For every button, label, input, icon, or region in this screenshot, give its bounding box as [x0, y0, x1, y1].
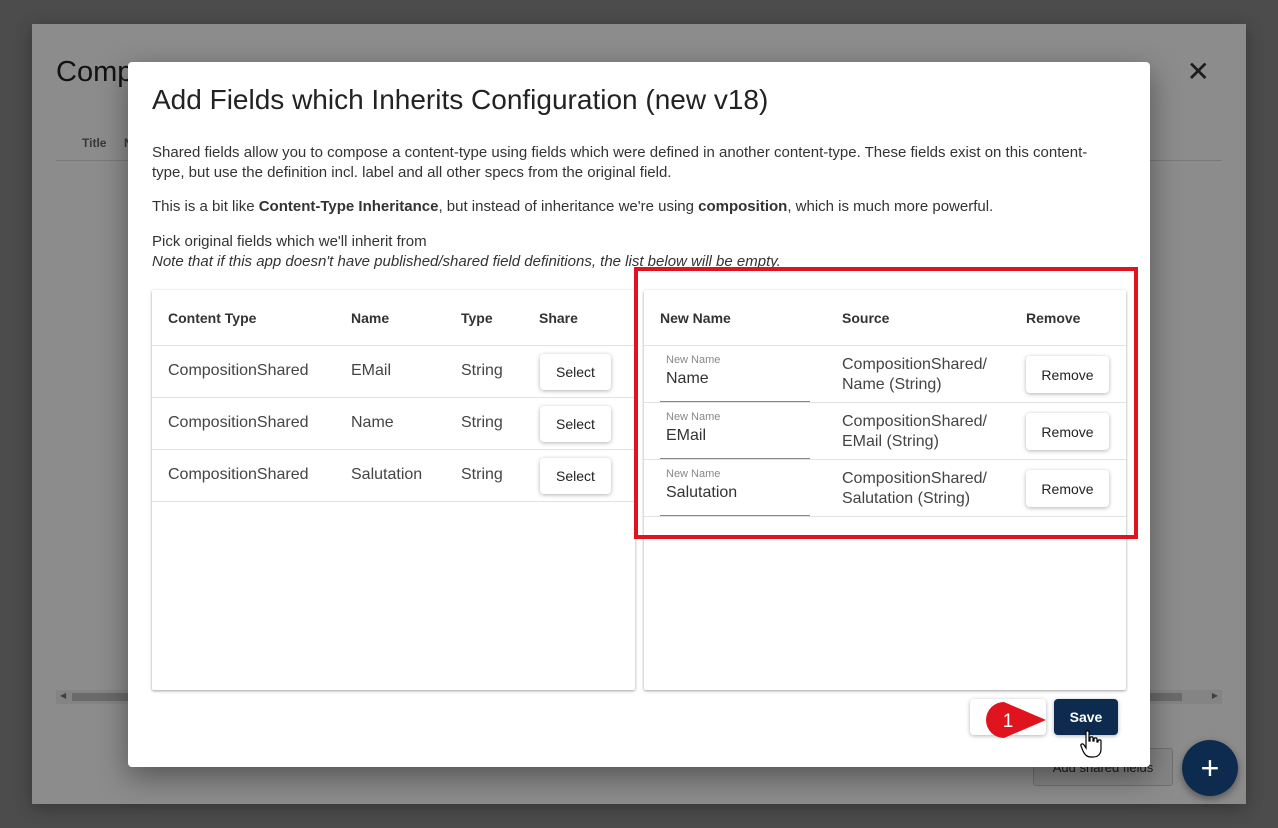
cell-type: String	[461, 414, 503, 431]
remove-button[interactable]: Remove	[1026, 356, 1109, 393]
source-line: Name (String)	[842, 376, 942, 393]
step-marker-number: 1	[1003, 711, 1014, 732]
column-header-type: Type	[461, 310, 493, 326]
column-header-source: Source	[842, 310, 890, 326]
source-line: Salutation (String)	[842, 490, 971, 507]
new-name-label: New Name	[666, 354, 721, 366]
new-name-label: New Name	[666, 411, 721, 423]
new-name-field[interactable]: New Name	[660, 346, 810, 402]
table-row: New Name CompositionShared/ Salutation (…	[644, 460, 1126, 517]
column-header-name: Name	[351, 310, 390, 326]
source-line: CompositionShared/	[842, 413, 987, 430]
new-name-input[interactable]	[666, 427, 806, 445]
select-button[interactable]: Select	[540, 458, 611, 494]
source-line: CompositionShared/	[842, 470, 987, 487]
pick-instruction: Pick original fields which we'll inherit…	[152, 233, 427, 250]
new-name-field[interactable]: New Name	[660, 460, 810, 516]
table-row: CompositionShared Salutation String Sele…	[152, 450, 635, 502]
new-name-label: New Name	[666, 468, 721, 480]
step-marker-icon: 1	[986, 702, 1046, 738]
selected-fields-table: New Name Source Remove New Name Composit…	[644, 290, 1126, 690]
empty-list-note: Note that if this app doesn't have publi…	[152, 253, 781, 270]
cell-content-type: CompositionShared	[168, 414, 309, 431]
source-cell: CompositionShared/ Salutation (String)	[842, 469, 987, 509]
desc-bold-composition: composition	[698, 198, 788, 215]
dialog-instructions: Pick original fields which we'll inherit…	[152, 232, 1112, 272]
desc-text: This is a bit like	[152, 198, 259, 215]
desc-bold-inheritance: Content-Type Inheritance	[258, 198, 439, 215]
source-cell: CompositionShared/ EMail (String)	[842, 412, 987, 452]
cell-content-type: CompositionShared	[168, 362, 309, 379]
dialog-title: Add Fields which Inherits Configuration …	[152, 84, 769, 115]
select-button[interactable]: Select	[540, 406, 611, 442]
remove-button[interactable]: Remove	[1026, 470, 1109, 507]
source-cell: CompositionShared/ Name (String)	[842, 355, 987, 395]
desc-text: , but instead of inheritance we're using	[438, 198, 699, 215]
dialog-description-inheritance: This is a bit like Content-Type Inherita…	[152, 197, 1112, 217]
source-line: EMail (String)	[842, 433, 939, 450]
select-button[interactable]: Select	[540, 354, 611, 390]
cell-name: Name	[351, 414, 394, 431]
table-row: New Name CompositionShared/ EMail (Strin…	[644, 403, 1126, 460]
new-name-input[interactable]	[666, 484, 806, 502]
table-header: New Name Source Remove	[644, 290, 1126, 346]
new-name-field[interactable]: New Name	[660, 403, 810, 459]
table-header: Content Type Name Type Share	[152, 290, 635, 346]
table-row: CompositionShared EMail String Select	[152, 346, 635, 398]
add-fields-dialog: Add Fields which Inherits Configuration …	[128, 62, 1150, 767]
available-fields-table: Content Type Name Type Share Composition…	[152, 290, 635, 690]
table-row: CompositionShared Name String Select	[152, 398, 635, 450]
add-fab-button[interactable]: +	[1182, 740, 1238, 796]
cell-name: EMail	[351, 362, 392, 379]
cell-name: Salutation	[351, 466, 423, 483]
column-header-remove: Remove	[1026, 310, 1081, 326]
remove-button[interactable]: Remove	[1026, 413, 1109, 450]
cell-content-type: CompositionShared	[168, 466, 309, 483]
cell-type: String	[461, 466, 503, 483]
source-line: CompositionShared/	[842, 356, 987, 373]
column-header-content-type: Content Type	[168, 310, 257, 326]
desc-text: , which is much more powerful.	[787, 198, 994, 215]
dialog-description: Shared fields allow you to compose a con…	[152, 144, 1088, 181]
column-header-new-name: New Name	[660, 310, 731, 326]
hand-cursor-icon	[1080, 730, 1102, 758]
column-header-share: Share	[539, 310, 578, 326]
table-row: New Name CompositionShared/ Name (String…	[644, 346, 1126, 403]
cell-type: String	[461, 362, 503, 379]
new-name-input[interactable]	[666, 370, 806, 388]
